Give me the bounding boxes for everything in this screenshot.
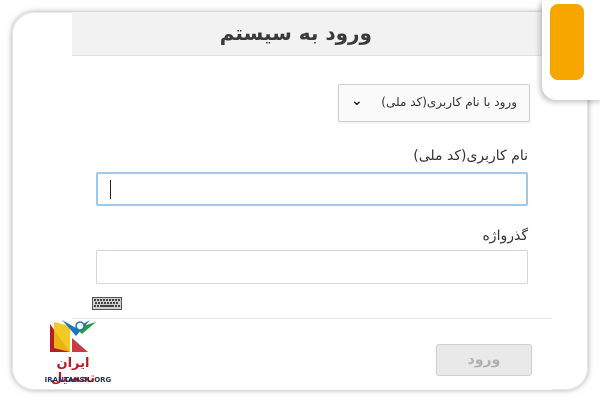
text-cursor bbox=[110, 180, 111, 199]
username-input[interactable] bbox=[96, 172, 528, 206]
username-label: نام کاربری(کد ملی) bbox=[413, 148, 528, 164]
password-input[interactable] bbox=[96, 250, 528, 284]
password-label: گذرواژه bbox=[482, 228, 528, 244]
keyboard-icon[interactable] bbox=[92, 297, 122, 310]
chevron-down-icon: ⌄ bbox=[351, 93, 363, 109]
page-title: ورود به سیستم bbox=[219, 21, 372, 45]
login-panel: ورود به سیستم ورود با نام کاربری(کد ملی)… bbox=[72, 12, 552, 390]
watermark-site: IRANTAHSIL.ORG bbox=[44, 376, 112, 384]
side-card bbox=[542, 0, 600, 100]
login-button[interactable]: ورود bbox=[436, 344, 532, 376]
accent-tab bbox=[550, 4, 584, 80]
watermark-logo: ایران تحصیل IRANTAHSIL.ORG bbox=[36, 318, 116, 388]
panel-header: ورود به سیستم bbox=[72, 12, 552, 56]
login-method-select[interactable]: ورود با نام کاربری(کد ملی) ⌄ bbox=[338, 84, 530, 122]
logo-emblem bbox=[50, 320, 96, 352]
page-frame: ورود به سیستم ورود با نام کاربری(کد ملی)… bbox=[12, 12, 588, 390]
login-method-value: ورود با نام کاربری(کد ملی) bbox=[381, 95, 517, 109]
divider bbox=[72, 318, 552, 319]
